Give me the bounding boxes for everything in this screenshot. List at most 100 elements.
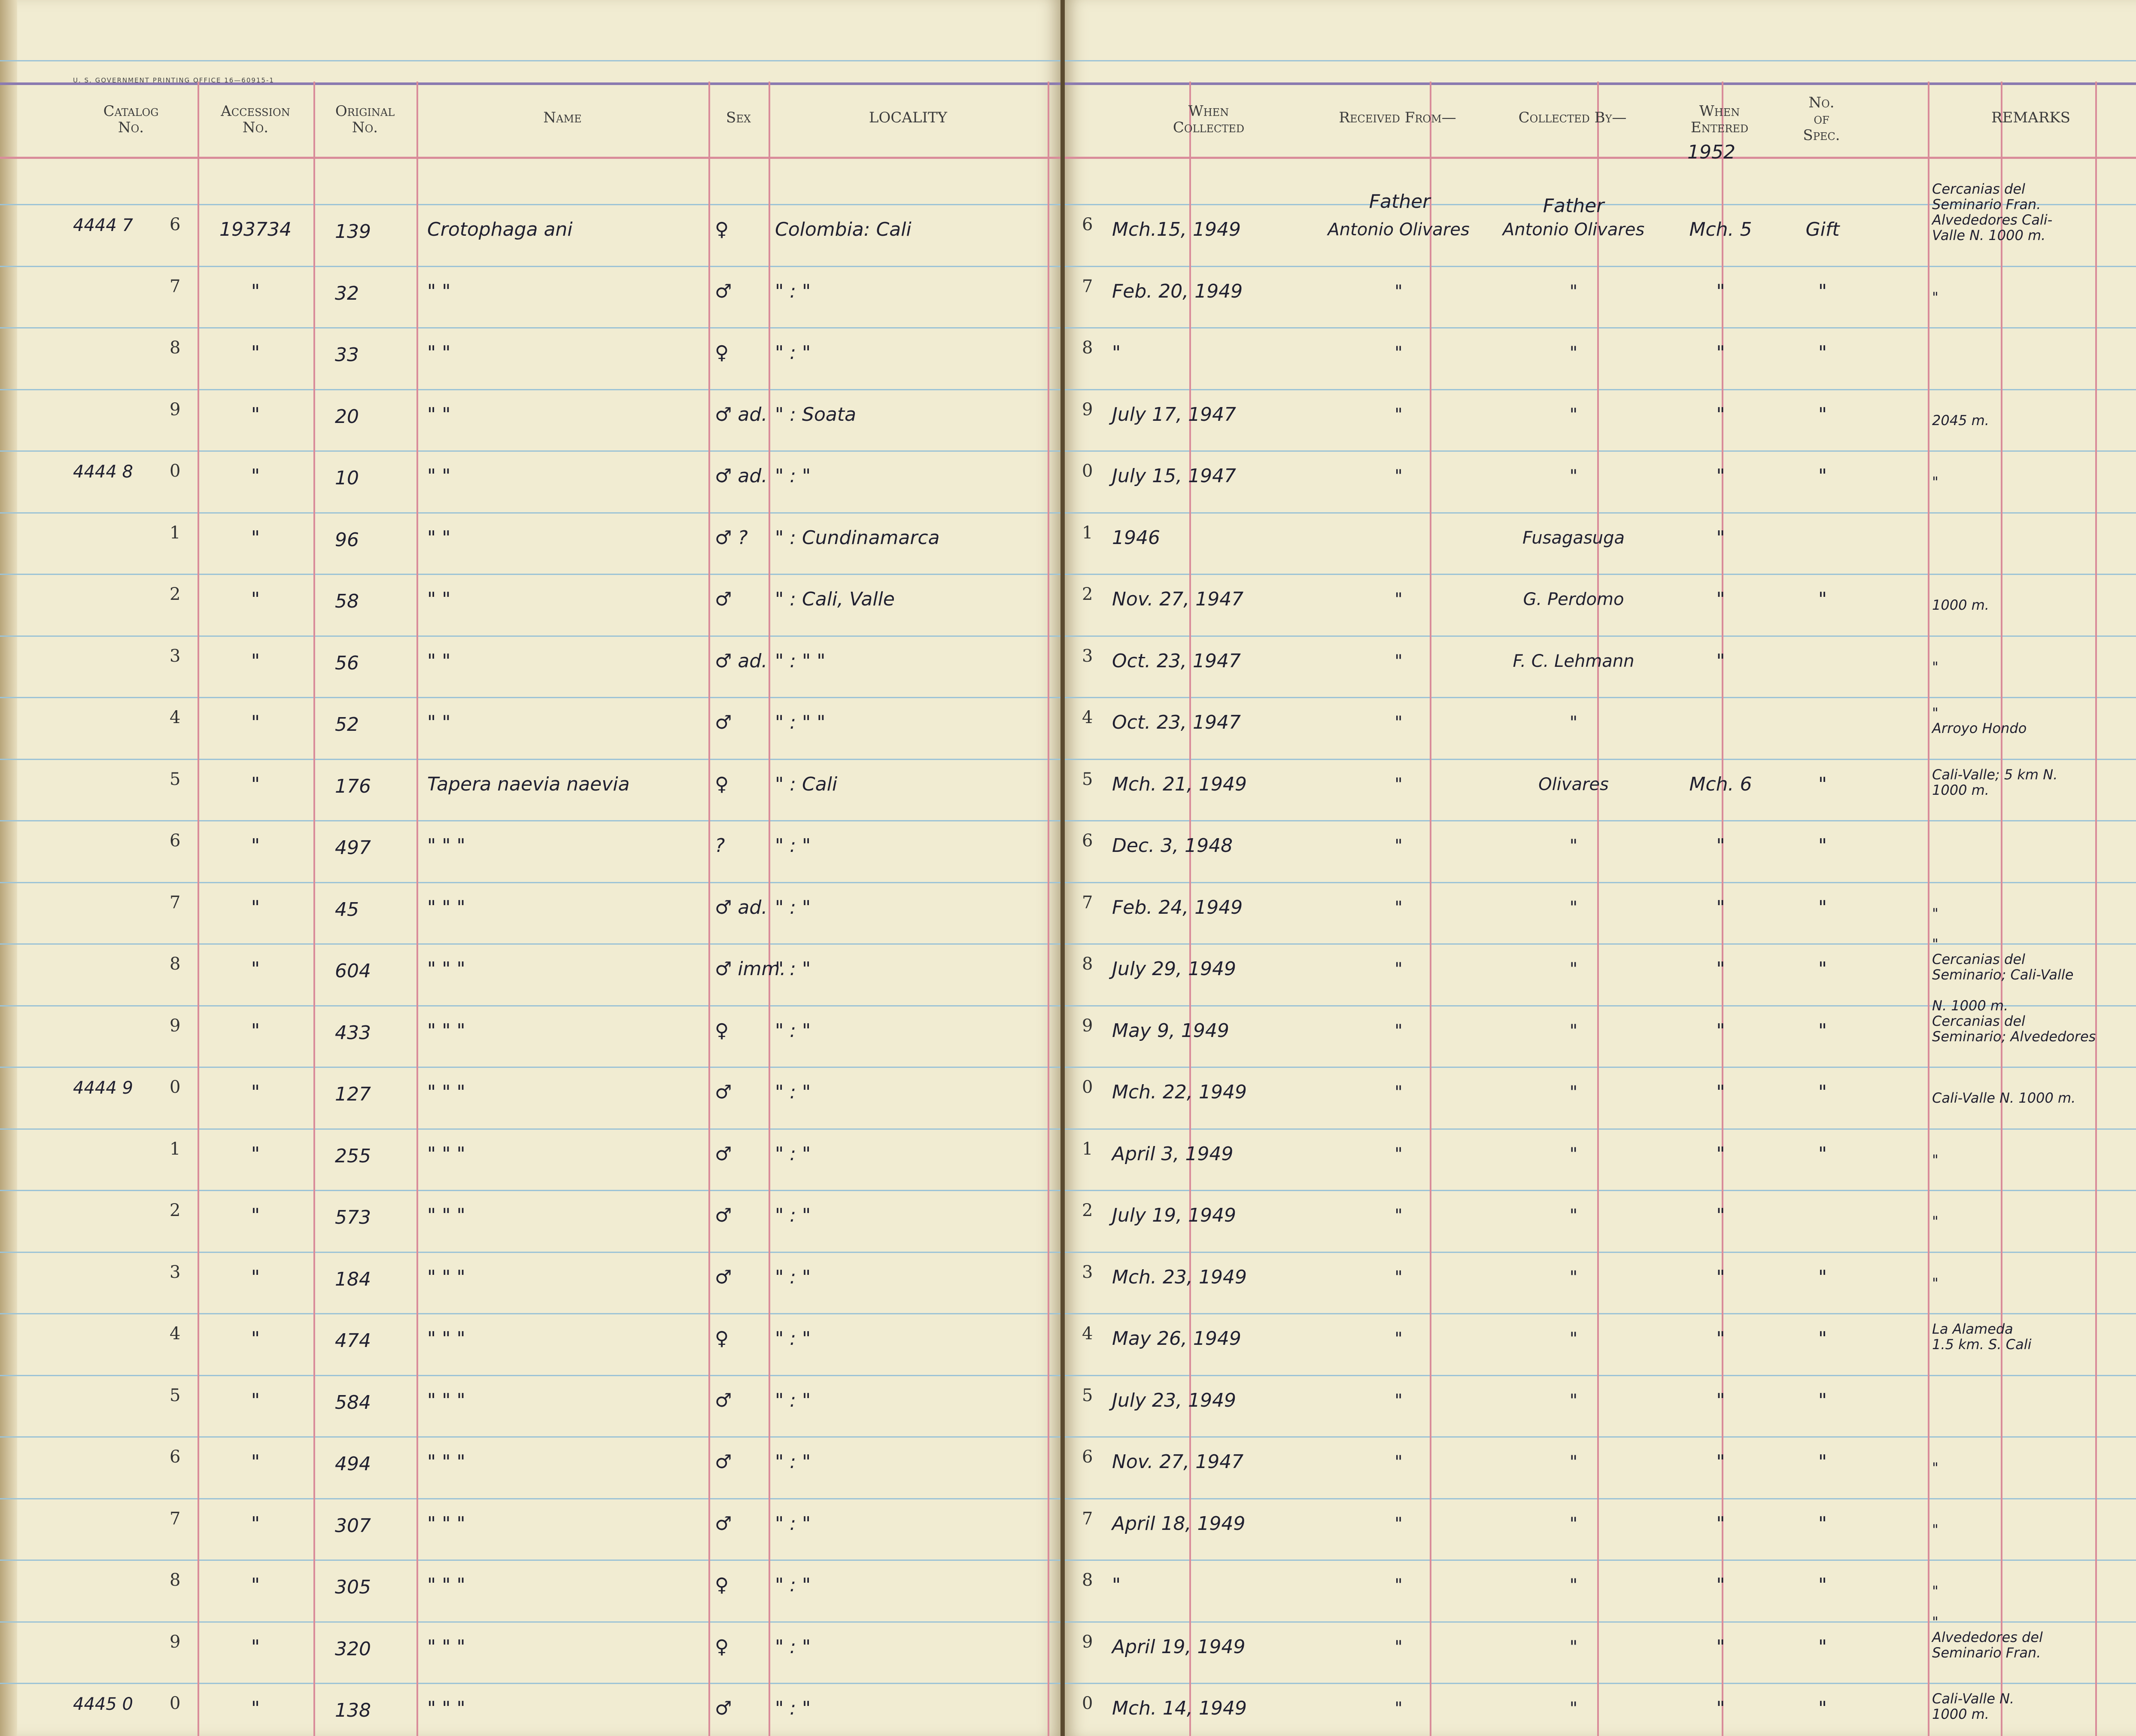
row-digit: 9 (1082, 1015, 1093, 1036)
accession-number: " (251, 835, 260, 857)
locality: " : " (775, 465, 811, 487)
binding-strip (0, 0, 17, 1736)
catalog-final-digit: 1 (170, 523, 181, 543)
received-from: " (1395, 959, 1403, 979)
locality: " : Cali (775, 773, 838, 795)
original-number: 307 (335, 1514, 371, 1537)
collected-by: " (1569, 281, 1578, 301)
locality: " : " (775, 1697, 811, 1719)
ruled-line (0, 389, 1060, 390)
species-name: " " " (427, 1451, 465, 1473)
sex: ♂ (715, 588, 732, 610)
right-page: When Collected Received From— Collected By—… (1065, 0, 2136, 1736)
ruled-line (0, 1067, 1060, 1068)
locality: " : " (775, 280, 811, 302)
received-from: " (1395, 836, 1403, 856)
header-rule-bottom (1065, 157, 2136, 159)
accession-number: " (251, 588, 260, 610)
sex: ♂ imm. (715, 958, 786, 980)
catalog-final-digit: 0 (170, 461, 181, 481)
sex: ♂ ? (715, 526, 748, 549)
catalog-final-digit: 4 (170, 708, 181, 727)
catalog-final-digit: 6 (170, 1447, 181, 1467)
row-digit: 2 (1082, 584, 1093, 604)
top-blue-rule (0, 60, 1060, 61)
header-rule-bottom (0, 157, 1060, 159)
number-of-specimens: " (1818, 958, 1827, 980)
original-number: 56 (335, 652, 359, 674)
collected-by-title: Father (1543, 195, 1604, 217)
locality: " : " (775, 1636, 811, 1658)
sex: ♂ ad. (715, 403, 768, 426)
when-collected: April 19, 1949 (1112, 1636, 1246, 1658)
collected-by: " (1569, 1452, 1578, 1472)
species-name: Tapera naevia naevia (427, 773, 630, 795)
catalog-final-digit: 6 (170, 215, 181, 234)
when-collected: Feb. 20, 1949 (1112, 280, 1243, 302)
catalog-final-digit: 7 (170, 1508, 181, 1529)
ruled-line (0, 1621, 1060, 1623)
original-number: 138 (335, 1700, 371, 1721)
remarks-text: La Alameda (1932, 1321, 2013, 1337)
species-name: " " " (427, 1019, 465, 1042)
row-digit: 1 (1082, 1139, 1093, 1159)
header-original-no-line: Original (335, 103, 395, 120)
collected-by: " (1569, 1699, 1578, 1718)
remarks-text: Cercanias del (1932, 951, 2025, 967)
sex: ♀ (715, 773, 729, 795)
remarks-text: " (1932, 1583, 1939, 1599)
received-from: " (1395, 651, 1403, 671)
when-collected: " (1112, 342, 1121, 364)
original-number: 573 (335, 1207, 371, 1228)
locality: " : " (775, 1081, 811, 1103)
when-collected: Dec. 3, 1948 (1112, 835, 1233, 857)
collected-by: Antonio Olivares (1502, 220, 1645, 240)
original-number: 58 (335, 590, 359, 612)
remarks-text: Alvededores Cali- (1932, 212, 2053, 228)
collected-by: " (1569, 959, 1578, 979)
catalog-final-digit: 0 (170, 1693, 181, 1713)
ruled-line (0, 574, 1060, 575)
when-entered: " (1716, 835, 1725, 857)
ruled-line (0, 820, 1060, 821)
remarks-text: Cali-Valle N. (1932, 1690, 2014, 1707)
when-entered: " (1716, 280, 1725, 302)
accession-number: " (251, 342, 260, 364)
remarks-text: 1000 m. (1932, 1706, 1989, 1722)
collected-by: F. C. Lehmann (1513, 651, 1635, 671)
accession-number: " (251, 773, 260, 795)
remarks-text: " (1932, 1459, 1939, 1476)
ruled-line (1065, 265, 2136, 267)
received-from: " (1395, 1452, 1403, 1472)
remarks-text: " (1932, 705, 1939, 721)
header-when-entered: When Entered (1659, 103, 1780, 136)
ruled-line (1065, 635, 2136, 637)
when-collected: Mch. 23, 1949 (1112, 1266, 1247, 1288)
remarks-text: Arroyo Hondo (1932, 720, 2027, 736)
number-of-specimens: Gift (1805, 219, 1840, 240)
accession-number: " (251, 1328, 260, 1350)
when-entered: Mch. 5 (1689, 219, 1752, 240)
ruled-line (1065, 574, 2136, 575)
number-of-specimens: " (1818, 835, 1827, 857)
catalog-final-digit: 7 (170, 276, 181, 296)
number-of-specimens: " (1818, 1389, 1827, 1411)
when-collected: July 23, 1949 (1112, 1389, 1237, 1411)
received-from: " (1395, 590, 1403, 609)
accession-number: " (251, 1143, 260, 1165)
when-entered: " (1716, 1081, 1725, 1103)
sex: ♂ (715, 1204, 732, 1226)
sex: ♂ (715, 1143, 732, 1165)
catalog-final-digit: 2 (170, 1201, 181, 1220)
received-from: " (1395, 466, 1403, 486)
catalog-final-digit: 7 (170, 892, 181, 912)
when-collected: July 15, 1947 (1112, 465, 1237, 487)
when-entered: " (1716, 588, 1725, 610)
received-from: " (1395, 897, 1403, 918)
accession-number: " (251, 1697, 260, 1719)
ruled-line (0, 1128, 1060, 1130)
catalog-final-digit: 2 (170, 584, 181, 604)
column-rule (1048, 82, 1049, 1736)
when-collected: Mch. 14, 1949 (1112, 1697, 1247, 1719)
sex: ♂ (715, 1081, 732, 1103)
